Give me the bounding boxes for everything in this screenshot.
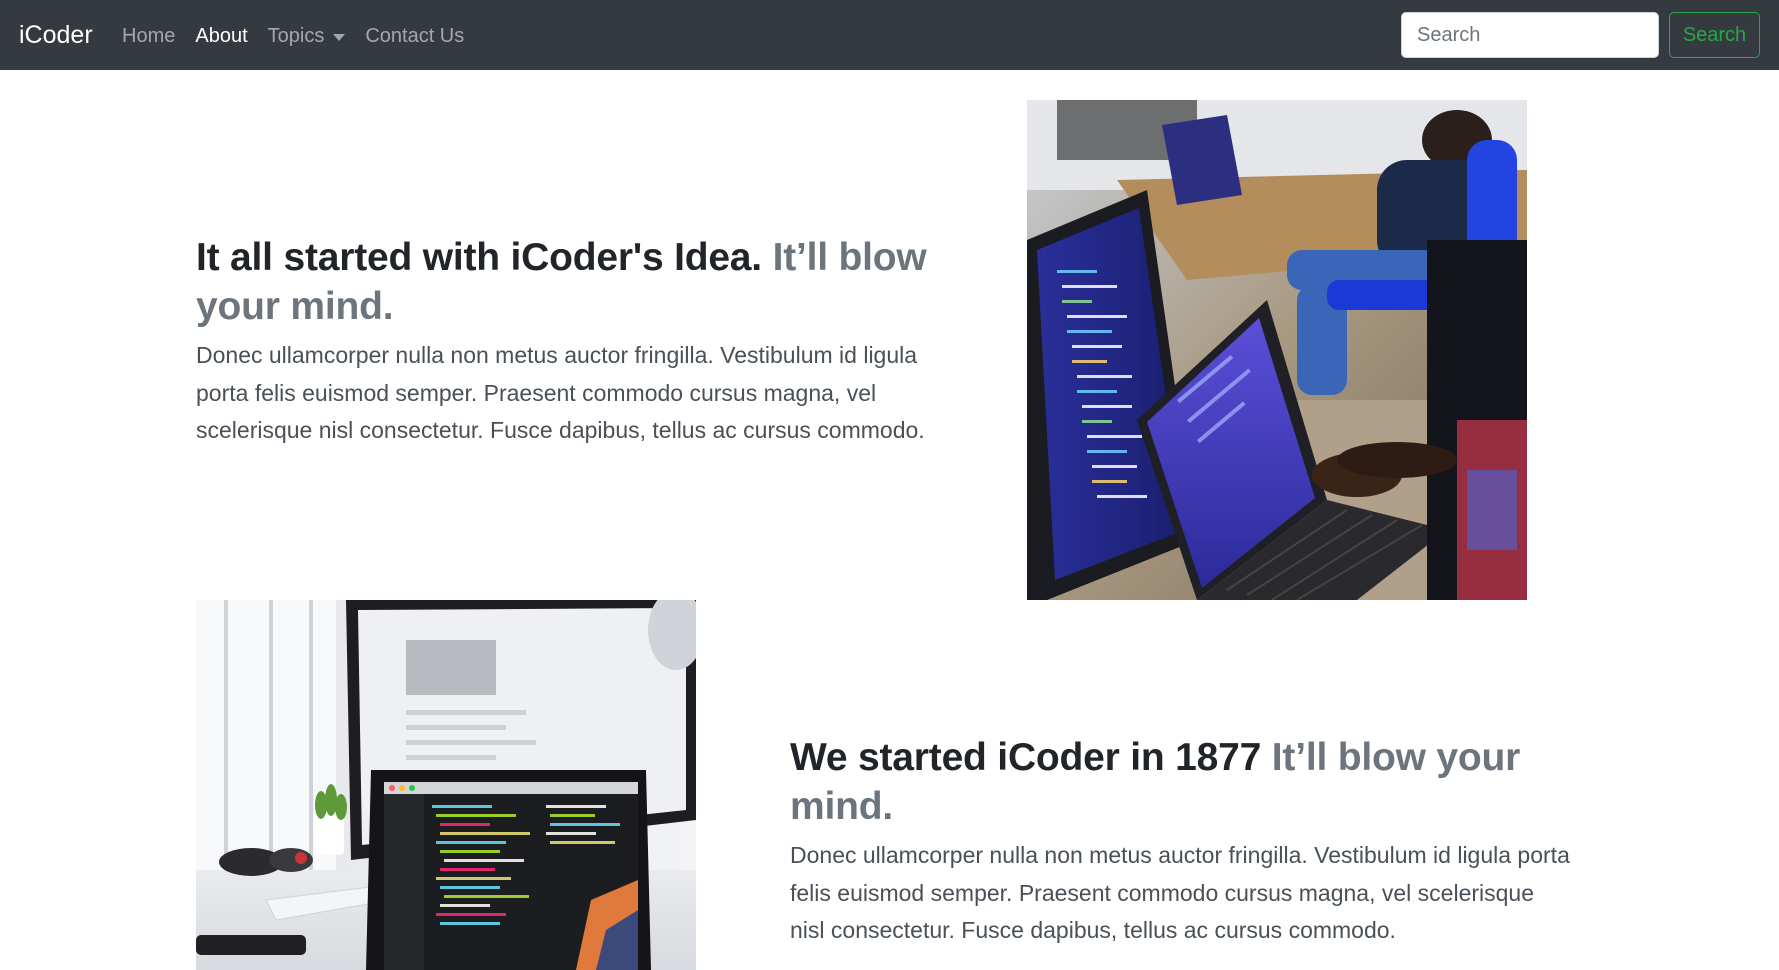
laptop-desk-photo (196, 600, 696, 970)
nav-links: Home About Topics Contact Us (122, 22, 484, 50)
featurette-heading-text: It all started with iCoder's Idea. (196, 236, 762, 279)
search-input[interactable] (1401, 12, 1659, 58)
featurette-lead: Donec ullamcorper nulla non metus auctor… (196, 342, 925, 443)
featurette-2: We started iCoder in 1877 It’ll blow you… (790, 733, 1570, 950)
navbar: iCoder Home About Topics Contact Us Sear… (0, 0, 1779, 70)
featurette-1: It all started with iCoder's Idea. It’ll… (196, 233, 966, 450)
nav-link-home-label: Home (122, 25, 176, 47)
featurette-image-team-coding (1027, 100, 1527, 600)
featurette-lead: Donec ullamcorper nulla non metus auctor… (790, 842, 1570, 943)
featurette-heading: We started iCoder in 1877 It’ll blow you… (790, 733, 1570, 831)
search-button[interactable]: Search (1669, 12, 1760, 58)
nav-dropdown-topics[interactable]: Topics (268, 22, 346, 50)
nav-link-about[interactable]: About (195, 22, 247, 50)
featurette-heading: It all started with iCoder's Idea. It’ll… (196, 233, 966, 331)
nav-link-contact-label: Contact Us (365, 25, 465, 47)
nav-link-about-label: About (195, 25, 248, 47)
brand-logo[interactable]: iCoder (19, 19, 93, 51)
coding-team-photo (1027, 100, 1527, 600)
featurette-heading-text: We started iCoder in 1877 (790, 736, 1262, 779)
nav-link-contact[interactable]: Contact Us (365, 22, 464, 50)
featurette-image-laptop-desk (196, 600, 696, 970)
nav-dropdown-topics-label: Topics (267, 25, 325, 47)
chevron-down-icon (333, 33, 346, 41)
nav-link-home[interactable]: Home (122, 22, 175, 50)
